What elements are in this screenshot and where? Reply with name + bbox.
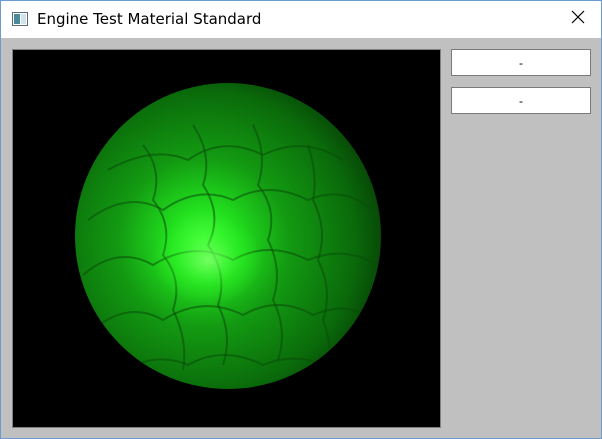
sphere-render <box>13 50 440 427</box>
close-button[interactable] <box>555 1 601 38</box>
side-button-1[interactable]: - <box>451 49 591 76</box>
close-icon <box>571 10 585 29</box>
specular-highlight <box>153 215 263 305</box>
client-area: - - <box>1 38 601 438</box>
app-window: Engine Test Material Standard - - <box>0 0 602 439</box>
render-viewport[interactable] <box>12 49 441 428</box>
window-title: Engine Test Material Standard <box>37 10 262 28</box>
side-button-2[interactable]: - <box>451 87 591 114</box>
title-bar[interactable]: Engine Test Material Standard <box>1 1 601 38</box>
window-app-icon <box>12 12 28 26</box>
